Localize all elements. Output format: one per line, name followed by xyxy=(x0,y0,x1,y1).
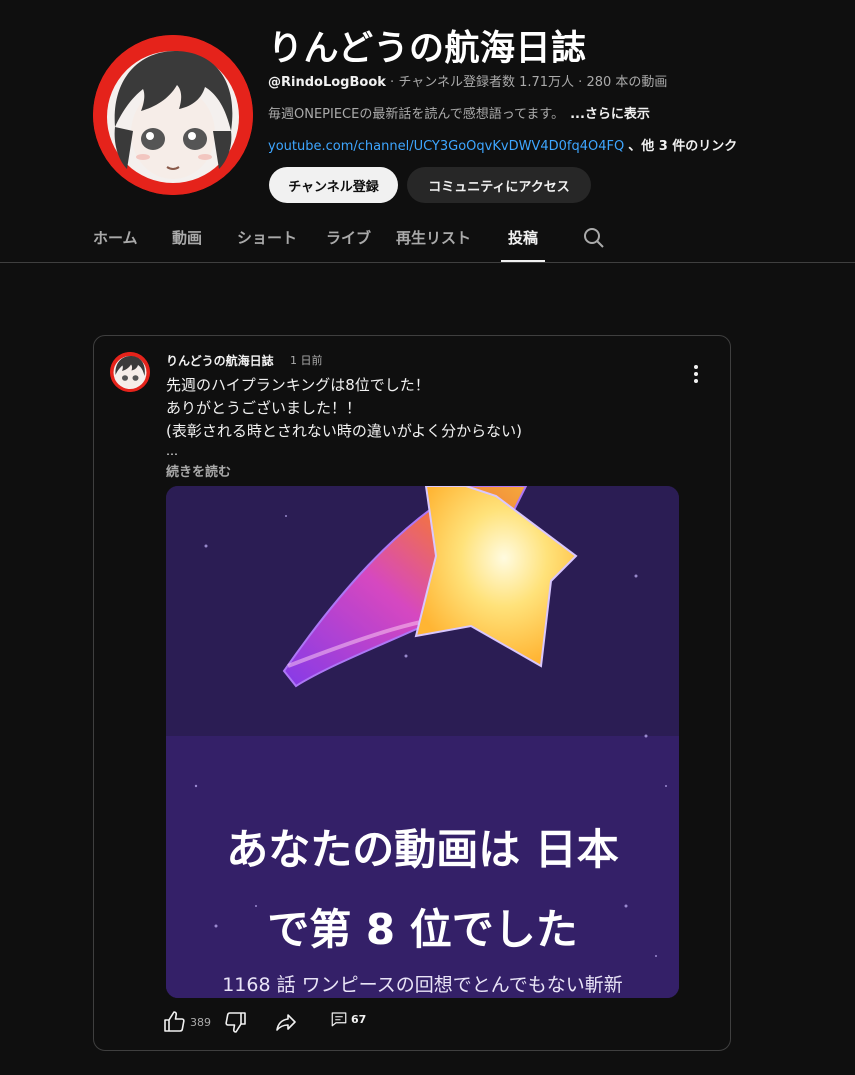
post-author-avatar[interactable] xyxy=(110,352,150,392)
post-author-name[interactable]: りんどうの航海日誌 xyxy=(166,352,274,369)
subscriber-count: チャンネル登録者数 1.71万人 xyxy=(398,75,575,90)
channel-handle[interactable]: @RindoLogBook xyxy=(268,75,386,90)
comment-count: 67 xyxy=(351,1012,367,1026)
post-line: (表彰される時とされない時の違いがよく分からない) xyxy=(166,422,522,440)
post-timestamp[interactable]: 1 日前 xyxy=(290,352,323,368)
comment-button[interactable]: 67 xyxy=(330,1010,366,1028)
description-text: 毎週ONEPIECEの最新話を読んで感想語ってます。 xyxy=(268,107,565,122)
read-more-link[interactable]: 続きを読む xyxy=(166,461,231,480)
more-vert-icon[interactable] xyxy=(684,362,708,386)
thumb-down-icon xyxy=(225,1012,246,1033)
post-image[interactable]: あなたの動画は 日本 で第 8 位でした 1168 話 ワンピースの回想でとんで… xyxy=(166,486,679,998)
meta-separator: · xyxy=(390,75,395,90)
post-line: 先週のハイプランキングは8位でした！ xyxy=(166,376,430,394)
thumb-up-icon xyxy=(164,1011,185,1032)
tab-posts[interactable]: 投稿 xyxy=(500,218,546,262)
share-button[interactable] xyxy=(274,1010,298,1034)
image-text-line3: 1168 話 ワンピースの回想でとんでもない斬新 xyxy=(222,974,623,996)
like-button[interactable]: 389 xyxy=(162,1010,211,1034)
post-ellipsis: … xyxy=(166,444,178,458)
more-links[interactable]: 、他 3 件のリンク xyxy=(628,139,737,154)
search-icon[interactable] xyxy=(582,226,606,250)
channel-links: youtube.com/channel/UCY3GoOqvKvDWV4D0fq4… xyxy=(268,135,737,154)
post-body: 先週のハイプランキングは8位でした！ ありがとうございました！！ (表彰される時… xyxy=(166,374,522,443)
like-count: 389 xyxy=(190,1015,211,1029)
tab-videos[interactable]: 動画 xyxy=(172,218,202,262)
meta-separator: · xyxy=(578,75,583,90)
post-card: りんどうの航海日誌 1 日前 先週のハイプランキングは8位でした！ ありがとうご… xyxy=(93,335,731,1051)
description-more-link[interactable]: ...さらに表示 xyxy=(570,107,650,122)
channel-link[interactable]: youtube.com/channel/UCY3GoOqvKvDWV4D0fq4… xyxy=(268,139,624,154)
tab-shorts[interactable]: ショート xyxy=(237,218,297,262)
channel-description[interactable]: 毎週ONEPIECEの最新話を読んで感想語ってます。 ...さらに表示 xyxy=(268,103,650,122)
dislike-button[interactable] xyxy=(224,1010,248,1034)
channel-title: りんどうの航海日誌 xyxy=(268,29,587,69)
image-text-line2: で第 8 位でした xyxy=(267,905,578,954)
tab-home[interactable]: ホーム xyxy=(93,218,138,262)
community-button[interactable]: コミュニティにアクセス xyxy=(407,167,591,203)
channel-avatar xyxy=(93,35,253,195)
subscribe-button[interactable]: チャンネル登録 xyxy=(269,167,398,203)
comment-icon xyxy=(331,1012,347,1027)
tabs-divider xyxy=(0,262,855,263)
channel-meta: @RindoLogBook · チャンネル登録者数 1.71万人 · 280 本… xyxy=(268,71,667,90)
image-text-line1: あなたの動画は 日本 xyxy=(226,825,619,874)
video-count: 280 本の動画 xyxy=(586,75,668,90)
share-icon xyxy=(276,1014,296,1031)
post-line: ありがとうございました！！ xyxy=(166,399,362,417)
tab-playlists[interactable]: 再生リスト xyxy=(396,218,471,262)
tab-live[interactable]: ライブ xyxy=(326,218,371,262)
